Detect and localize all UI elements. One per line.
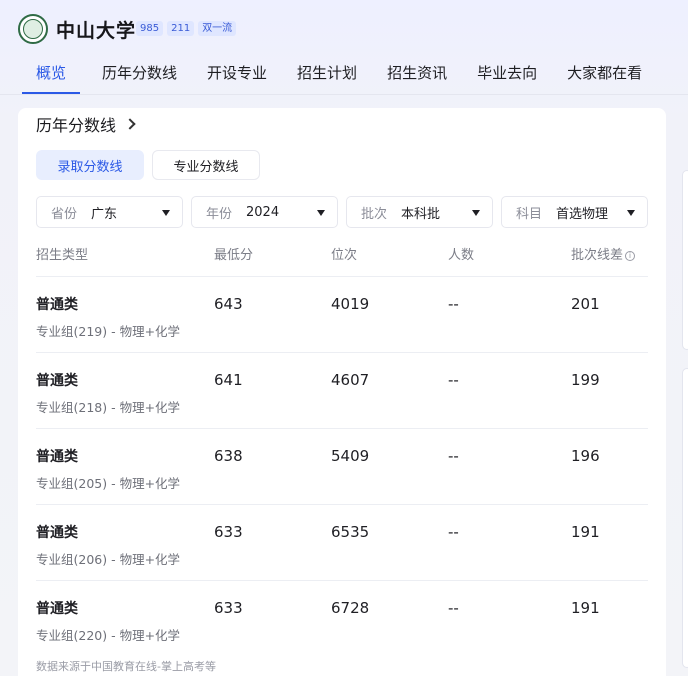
table-row: 普通类 专业组(206) - 物理+化学 633 6535 -- 191 [36, 504, 648, 580]
segment-admission-score[interactable]: 录取分数线 [36, 150, 144, 180]
tab-score-history[interactable]: 历年分数线 [102, 58, 177, 94]
header-divider [0, 94, 688, 95]
year-value: 2024 [246, 204, 280, 220]
header-rank: 位次 [331, 248, 358, 263]
row-rank: 4607 [331, 371, 370, 389]
row-group: 专业组(206) - 物理+化学 [36, 552, 181, 567]
header-batch-diff[interactable]: 批次线差 i [571, 244, 636, 263]
row-min-score: 633 [214, 599, 243, 617]
table-header: 招生类型 最低分 位次 人数 批次线差 i [36, 244, 648, 264]
row-rank: 6535 [331, 523, 370, 541]
row-count: -- [448, 523, 459, 541]
row-min-score: 641 [214, 371, 243, 389]
university-logo-icon [18, 14, 48, 44]
caret-down-icon [627, 210, 635, 216]
row-min-score: 643 [214, 295, 243, 313]
tab-graduate-destination[interactable]: 毕业去向 [477, 58, 537, 94]
year-select[interactable]: 年份 2024 [191, 196, 338, 228]
caret-down-icon [317, 210, 325, 216]
row-rank: 6728 [331, 599, 370, 617]
row-group: 专业组(219) - 物理+化学 [36, 324, 181, 339]
section-title-link[interactable]: 历年分数线 [36, 112, 136, 136]
row-type: 普通类 [36, 449, 78, 465]
table-row: 普通类 专业组(219) - 物理+化学 643 4019 -- 201 [36, 276, 648, 352]
segment-major-score[interactable]: 专业分数线 [152, 150, 260, 180]
tab-majors[interactable]: 开设专业 [207, 58, 267, 94]
row-batch-diff: 191 [571, 523, 600, 541]
row-type: 普通类 [36, 525, 78, 541]
nav-tabs: 概览 历年分数线 开设专业 招生计划 招生资讯 毕业去向 大家都在看 [21, 58, 672, 94]
row-group: 专业组(205) - 物理+化学 [36, 476, 181, 491]
row-count: -- [448, 599, 459, 617]
row-rank: 4019 [331, 295, 370, 313]
batch-label: 批次 [361, 206, 388, 222]
row-count: -- [448, 447, 459, 465]
badge-double-first-class: 双一流 [198, 21, 237, 36]
tab-popular[interactable]: 大家都在看 [567, 58, 642, 94]
row-group: 专业组(218) - 物理+化学 [36, 400, 181, 415]
row-group: 专业组(220) - 物理+化学 [36, 628, 181, 643]
caret-down-icon [472, 210, 480, 216]
chevron-right-icon [124, 118, 136, 130]
header-batch-diff-label: 批次线差 [571, 248, 624, 263]
tab-overview[interactable]: 概览 [21, 58, 81, 94]
row-count: -- [448, 295, 459, 313]
table-row: 普通类 专业组(205) - 物理+化学 638 5409 -- 196 [36, 428, 648, 504]
data-source-note: 数据来源于中国教育在线-掌上高考等 [36, 660, 216, 673]
row-batch-diff: 199 [571, 371, 600, 389]
badge-211: 211 [167, 21, 195, 36]
row-count: -- [448, 371, 459, 389]
tab-enrollment-plan[interactable]: 招生计划 [297, 58, 357, 94]
table-row: 普通类 专业组(218) - 物理+化学 641 4607 -- 199 [36, 352, 648, 428]
year-label: 年份 [206, 206, 233, 222]
batch-select[interactable]: 批次 本科批 [346, 196, 493, 228]
tab-admission-news[interactable]: 招生资讯 [387, 58, 447, 94]
province-label: 省份 [51, 206, 78, 222]
province-value: 广东 [91, 206, 118, 222]
row-min-score: 638 [214, 447, 243, 465]
row-rank: 5409 [331, 447, 370, 465]
header-min-score: 最低分 [214, 248, 254, 263]
row-type: 普通类 [36, 297, 78, 313]
section-title: 历年分数线 [36, 116, 117, 135]
subject-label: 科目 [516, 206, 543, 222]
table-row: 普通类 专业组(220) - 物理+化学 633 6728 -- 191 [36, 580, 648, 656]
side-panel-edge [682, 170, 688, 350]
subject-select[interactable]: 科目 首选物理 [501, 196, 648, 228]
badge-list: 985 211 双一流 [136, 21, 237, 36]
row-type: 普通类 [36, 373, 78, 389]
row-batch-diff: 196 [571, 447, 600, 465]
score-table: 普通类 专业组(219) - 物理+化学 643 4019 -- 201 普通类… [36, 276, 648, 656]
info-icon[interactable]: i [625, 251, 636, 261]
header-type: 招生类型 [36, 248, 89, 263]
university-name: 中山大学 [56, 20, 137, 42]
page-header: 中山大学 985 211 双一流 概览 历年分数线 开设专业 招生计划 招生资讯… [0, 0, 688, 96]
subject-value: 首选物理 [556, 206, 609, 222]
batch-value: 本科批 [401, 206, 441, 222]
badge-985: 985 [136, 21, 164, 36]
row-type: 普通类 [36, 601, 78, 617]
header-count: 人数 [448, 248, 475, 263]
province-select[interactable]: 省份 广东 [36, 196, 183, 228]
row-min-score: 633 [214, 523, 243, 541]
side-panel-edge-lower [682, 368, 688, 668]
row-batch-diff: 201 [571, 295, 600, 313]
caret-down-icon [162, 210, 170, 216]
row-batch-diff: 191 [571, 599, 600, 617]
